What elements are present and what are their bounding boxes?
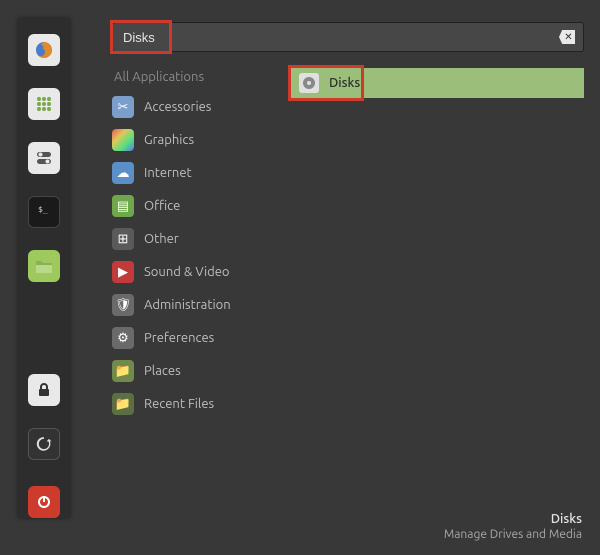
lock-icon[interactable]: [28, 374, 60, 406]
power-icon[interactable]: [28, 486, 60, 518]
search-input[interactable]: [123, 30, 559, 45]
category-label: Other: [144, 232, 179, 246]
scissors-icon: ✂: [112, 96, 134, 118]
menu-panel: ✕ All Applications ✂ Accessories Graphic…: [112, 22, 584, 555]
category-label: Accessories: [144, 100, 211, 114]
category-other[interactable]: ⊞ Other: [112, 228, 267, 250]
notebook-icon: ▤: [112, 195, 134, 217]
update-icon[interactable]: [28, 428, 60, 460]
category-recent-files[interactable]: 📁 Recent Files: [112, 393, 267, 415]
clear-search-icon[interactable]: ✕: [559, 30, 575, 44]
toggle-icon[interactable]: [28, 142, 60, 174]
category-accessories[interactable]: ✂ Accessories: [112, 96, 267, 118]
category-label: Sound & Video: [144, 265, 230, 279]
category-label: Office: [144, 199, 180, 213]
terminal-icon[interactable]: $_: [28, 196, 60, 228]
category-label: Graphics: [144, 133, 194, 147]
apps-grid-icon[interactable]: [28, 88, 60, 120]
folder-recent-icon: 📁: [112, 393, 134, 415]
category-preferences[interactable]: ⚙ Preferences: [112, 327, 267, 349]
category-label: Recent Files: [144, 397, 214, 411]
firefox-icon[interactable]: [28, 34, 60, 66]
category-places[interactable]: 📁 Places: [112, 360, 267, 382]
result-label: Disks: [329, 76, 360, 90]
app-description-text: Manage Drives and Media: [444, 528, 582, 541]
category-label: Places: [144, 364, 181, 378]
category-internet[interactable]: ☁ Internet: [112, 162, 267, 184]
category-office[interactable]: ▤ Office: [112, 195, 267, 217]
app-description: Disks Manage Drives and Media: [444, 512, 582, 541]
categories-column: All Applications ✂ Accessories Graphics …: [112, 70, 267, 426]
category-administration[interactable]: 🛡 Administration: [112, 294, 267, 316]
disk-icon: [299, 73, 319, 93]
category-label: Preferences: [144, 331, 214, 345]
category-graphics[interactable]: Graphics: [112, 129, 267, 151]
cloud-icon: ☁: [112, 162, 134, 184]
shield-icon: 🛡: [112, 294, 134, 316]
files-icon[interactable]: [28, 250, 60, 282]
result-disks[interactable]: Disks: [291, 68, 584, 98]
category-label: Administration: [144, 298, 231, 312]
category-sound-video[interactable]: ▶ Sound & Video: [112, 261, 267, 283]
favorites-sidebar: $_: [18, 18, 70, 518]
category-label: Internet: [144, 166, 192, 180]
sliders-icon: ⚙: [112, 327, 134, 349]
categories-title: All Applications: [112, 70, 267, 84]
search-field-wrap: ✕: [112, 22, 584, 52]
results-column: Disks: [291, 70, 584, 426]
app-description-title: Disks: [444, 512, 582, 526]
play-icon: ▶: [112, 261, 134, 283]
svg-text:$_: $_: [38, 205, 48, 214]
grid-icon: ⊞: [112, 228, 134, 250]
folder-icon: 📁: [112, 360, 134, 382]
palette-icon: [112, 129, 134, 151]
